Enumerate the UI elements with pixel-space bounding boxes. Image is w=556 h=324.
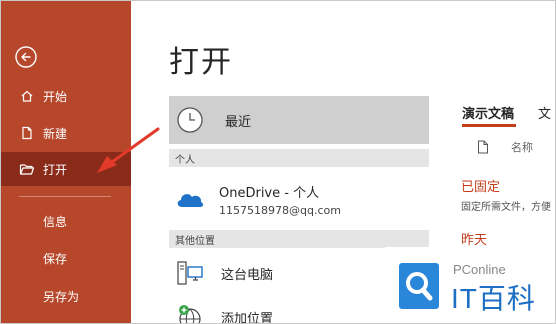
- annotation-arrow: [97, 127, 160, 173]
- powerpoint-backstage-window: 开始 新建 打开 信息 保存 另存为 打开 最近 个人 OneDrive - 个…: [0, 0, 556, 324]
